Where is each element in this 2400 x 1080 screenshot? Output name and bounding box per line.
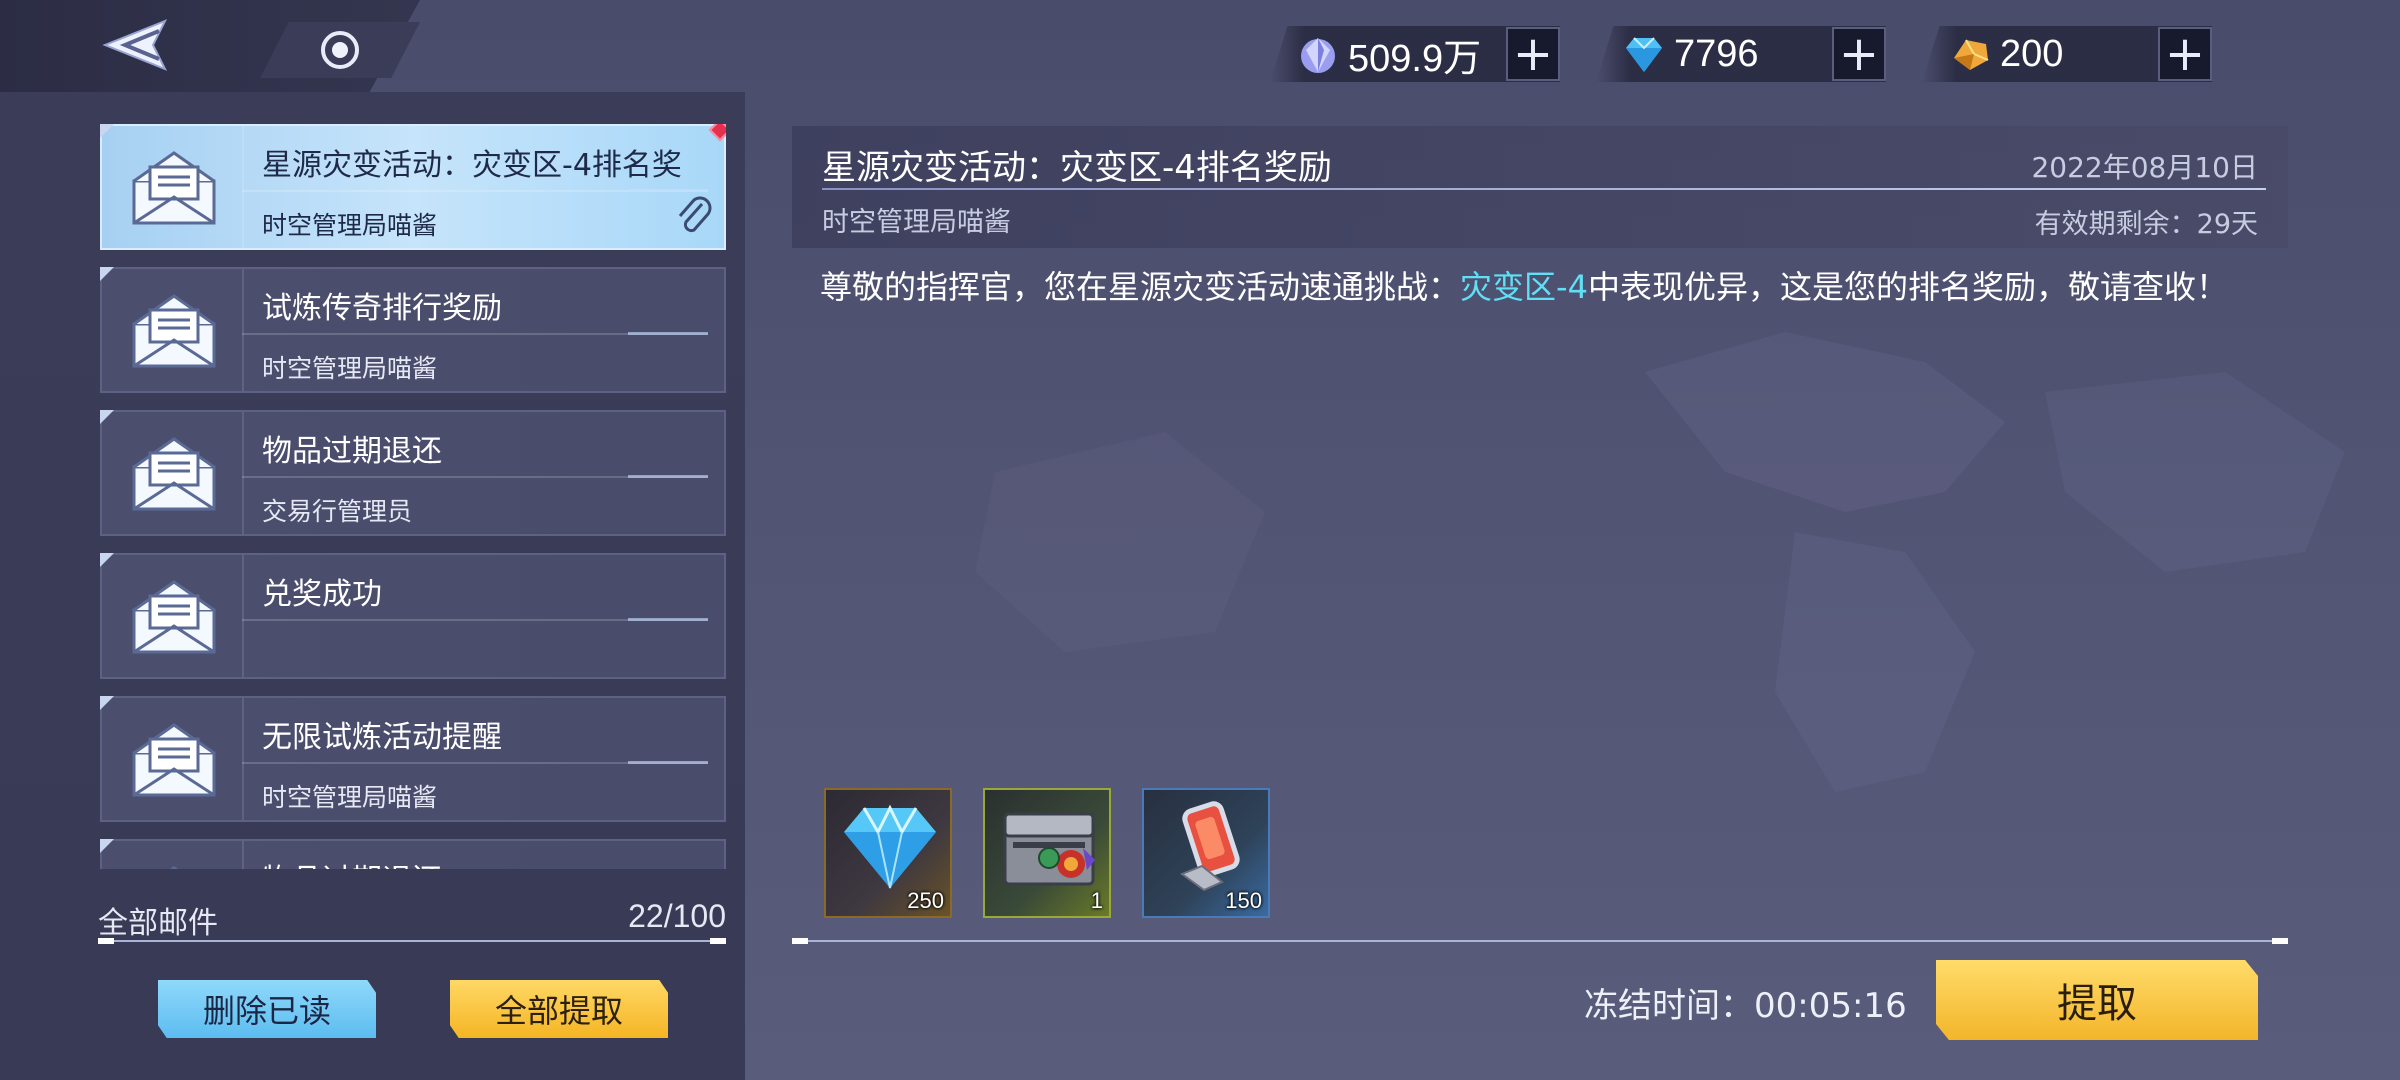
mail-body: 尊敬的指挥官，您在星源灾变活动速通挑战：灾变区-4中表现优异，这是您的排名奖励，… (820, 264, 2280, 310)
body-text: 尊敬的指挥官，您在星源灾变活动速通挑战： (820, 268, 1461, 306)
reward-item[interactable]: 1 (983, 788, 1111, 918)
back-arrow-icon (102, 19, 168, 71)
energy-capsule-icon (1179, 801, 1240, 892)
treasure-chest-icon (1003, 812, 1095, 886)
divider (242, 555, 244, 677)
claim-button[interactable]: 提取 (1936, 960, 2258, 1040)
mail-list[interactable]: 星源灾变活动：灾变区-4排名奖 时空管理局喵酱 试炼传奇排行奖励 时空管理局喵酱… (100, 124, 726, 869)
reward-item[interactable]: 150 (1142, 788, 1270, 918)
currency-crystal: 509.9万 + (1270, 26, 1560, 82)
diamond-icon (1626, 37, 1662, 72)
mail-title: 试炼传奇排行奖励 (262, 291, 502, 326)
body-highlight: 灾变区-4 (1460, 268, 1588, 306)
reward-quantity: 250 (907, 888, 944, 913)
currency-value: 7796 (1674, 32, 1759, 75)
currency-gold: 200 + (1922, 26, 2212, 82)
open-envelope-icon (110, 134, 238, 240)
freeze-timer: 冻结时间：00:05:16 (1584, 986, 1907, 1026)
mail-sender: 时空管理局喵酱 (262, 354, 438, 383)
add-diamond-button[interactable]: + (1832, 27, 1886, 81)
back-button[interactable] (90, 10, 180, 80)
separator (242, 618, 708, 621)
mail-title: 星源灾变活动：灾变区-4排名奖 (262, 148, 682, 183)
mail-title: 无限试炼活动提醒 (262, 720, 502, 755)
add-gold-button[interactable]: + (2158, 27, 2212, 81)
add-crystal-button[interactable]: + (1506, 27, 1560, 81)
separator (242, 189, 708, 192)
mail-item[interactable]: 物品过期退还 交易行管理员 (100, 410, 726, 536)
open-envelope-icon (110, 563, 238, 669)
open-envelope-icon (110, 706, 238, 812)
diamond-icon (844, 804, 936, 889)
gold-gem-icon (1954, 39, 1989, 70)
currency-diamond: 7796 + (1596, 26, 1886, 82)
delete-read-button[interactable]: 删除已读 (158, 980, 376, 1038)
reward-quantity: 150 (1225, 888, 1262, 913)
record-icon (321, 31, 359, 69)
top-bar: 509.9万 + 7796 + 200 + (0, 0, 2400, 92)
new-mail-badge (708, 124, 726, 142)
divider (242, 698, 244, 820)
mail-item[interactable]: 无限试炼活动提醒 时空管理局喵酱 (100, 696, 726, 822)
rewards-divider (792, 938, 2288, 944)
open-envelope-icon (110, 277, 238, 383)
crystal-icon (1301, 38, 1335, 73)
divider (242, 841, 244, 869)
mail-count-label: 全部邮件 (98, 906, 218, 941)
detail-date: 2022年08月10日 (2031, 151, 2258, 184)
mail-title: 物品过期退还 (262, 855, 722, 869)
attachment-icon (678, 196, 712, 233)
open-envelope-icon (110, 420, 238, 526)
currency-value: 509.9万 (1348, 37, 1482, 80)
body-text: 中表现优异，这是您的排名奖励，敬请查收！ (1587, 268, 2228, 306)
currency-value: 200 (2000, 32, 2064, 75)
divider (242, 412, 244, 534)
mail-count-value: 22/100 (628, 898, 726, 934)
mail-item[interactable]: 兑奖成功 (100, 553, 726, 679)
separator (242, 475, 708, 478)
mail-sender: 时空管理局喵酱 (262, 211, 438, 240)
mail-title: 物品过期退还 (262, 434, 442, 469)
separator (242, 332, 708, 335)
count-divider (98, 938, 726, 944)
divider (242, 126, 244, 248)
reward-item[interactable]: 250 (824, 788, 952, 918)
divider (242, 269, 244, 391)
expiry-text: 有效期剩余：29天 (2034, 209, 2258, 240)
header-divider (822, 188, 2266, 190)
mail-sender: 交易行管理员 (262, 497, 413, 526)
separator (242, 761, 708, 764)
mail-sender: 时空管理局喵酱 (262, 783, 438, 812)
mail-list-panel: 星源灾变活动：灾变区-4排名奖 时空管理局喵酱 试炼传奇排行奖励 时空管理局喵酱… (0, 92, 745, 1080)
reward-quantity: 1 (1090, 888, 1103, 913)
mail-item[interactable]: 物品过期退还 (100, 839, 726, 869)
open-envelope-icon (110, 849, 238, 869)
mail-item[interactable]: 试炼传奇排行奖励 时空管理局喵酱 (100, 267, 726, 393)
mail-item[interactable]: 星源灾变活动：灾变区-4排名奖 时空管理局喵酱 (100, 124, 726, 250)
mail-title: 兑奖成功 (262, 577, 382, 612)
mail-detail-header: 星源灾变活动：灾变区-4排名奖励 2022年08月10日 时空管理局喵酱 有效期… (792, 126, 2288, 248)
mail-count-row: 全部邮件 22/100 (98, 898, 726, 941)
detail-sender: 时空管理局喵酱 (822, 207, 1011, 238)
claim-all-button[interactable]: 全部提取 (450, 980, 668, 1038)
detail-title: 星源灾变活动：灾变区-4排名奖励 (822, 148, 1332, 188)
